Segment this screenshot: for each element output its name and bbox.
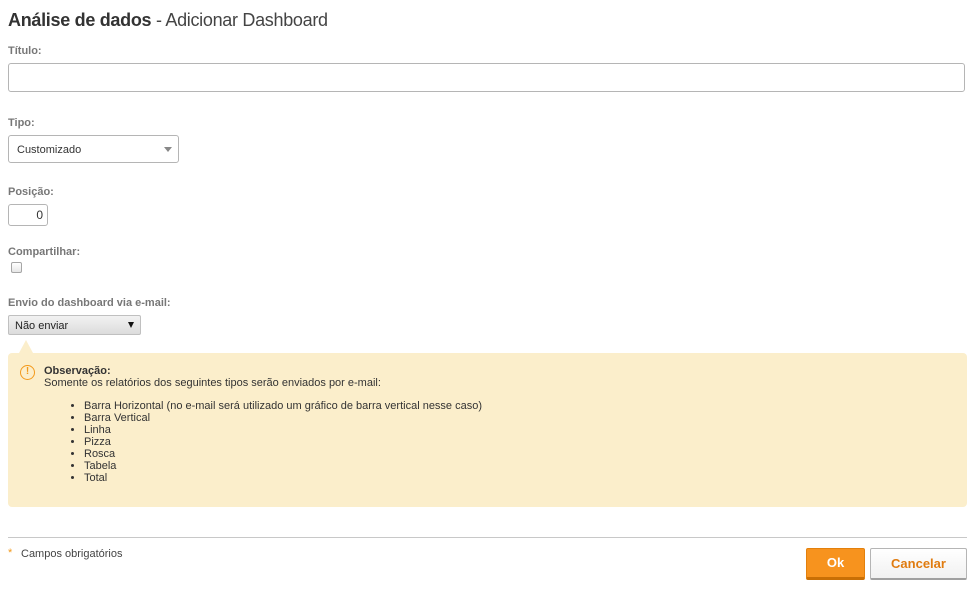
share-checkbox[interactable] (11, 262, 22, 273)
report-type-list: Barra Horizontal (no e-mail será utiliza… (44, 400, 482, 484)
position-label: Posição: (8, 186, 54, 198)
share-label: Compartilhar: (8, 246, 81, 258)
add-dashboard-page: Análise de dados - Adicionar Dashboard T… (0, 0, 975, 614)
position-input[interactable] (8, 204, 48, 226)
note-text: Somente os relatórios dos seguintes tipo… (44, 377, 381, 389)
title-label: Título: (8, 45, 42, 57)
required-fields-note: Campos obrigatórios (21, 548, 123, 560)
list-item: Linha (84, 424, 482, 436)
page-title-main: Análise de dados (8, 10, 152, 30)
footer-divider (8, 537, 967, 538)
cancel-button[interactable]: Cancelar (870, 548, 967, 580)
list-item: Barra Vertical (84, 412, 482, 424)
warning-icon: ! (20, 365, 35, 380)
note-box: ! Observação: Somente os relatórios dos … (8, 353, 967, 507)
note-title: Observação: (44, 365, 111, 377)
page-title: Análise de dados - Adicionar Dashboard (8, 10, 328, 31)
type-select-value: Customizado (17, 144, 82, 156)
dropdown-arrow-icon (128, 322, 134, 328)
type-select[interactable]: Customizado (8, 135, 179, 163)
list-item: Rosca (84, 448, 482, 460)
title-input[interactable] (8, 63, 965, 92)
page-title-subtitle: Adicionar Dashboard (165, 10, 328, 30)
email-send-select-value: Não enviar (15, 320, 69, 332)
list-item: Pizza (84, 436, 482, 448)
email-label: Envio do dashboard via e-mail: (8, 297, 171, 309)
email-send-select[interactable]: Não enviar (8, 315, 141, 335)
list-item: Barra Horizontal (no e-mail será utiliza… (84, 400, 482, 412)
ok-button[interactable]: Ok (806, 548, 865, 580)
required-marker: * (8, 547, 13, 559)
list-item: Total (84, 472, 482, 484)
page-title-separator: - (151, 10, 166, 30)
chevron-down-icon (164, 147, 172, 152)
list-item: Tabela (84, 460, 482, 472)
type-label: Tipo: (8, 117, 35, 129)
note-pointer (19, 340, 33, 353)
